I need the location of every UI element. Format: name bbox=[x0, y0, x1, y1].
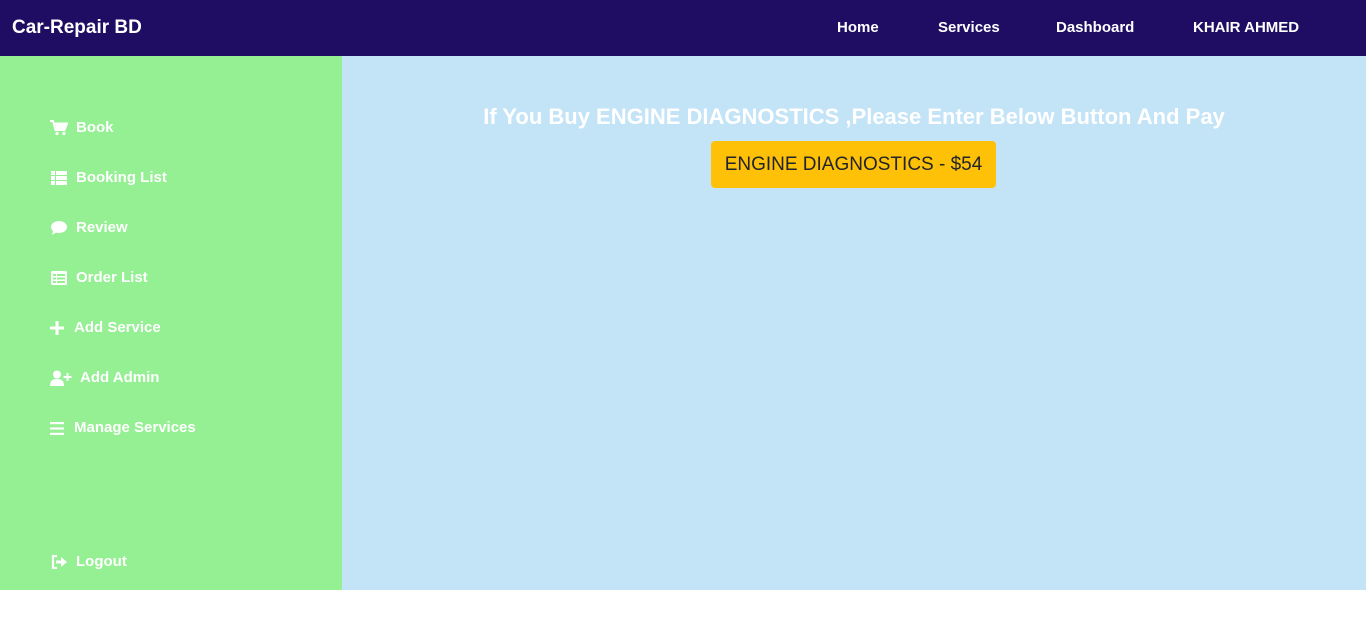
sidebar-item-label: Book bbox=[76, 119, 114, 136]
sidebar-item-label: Booking List bbox=[76, 169, 167, 186]
nav-services-link[interactable]: Services bbox=[938, 0, 1000, 56]
sidebar-item-label: Review bbox=[76, 219, 128, 236]
sidebar-item-label: Order List bbox=[76, 269, 148, 286]
sidebar: Book Booking List Review Order List Add … bbox=[0, 56, 342, 590]
logout-button[interactable]: Logout bbox=[50, 552, 127, 572]
nav-dashboard-link[interactable]: Dashboard bbox=[1056, 0, 1134, 56]
sidebar-item-add-admin[interactable]: Add Admin bbox=[50, 368, 159, 388]
sidebar-item-order-list[interactable]: Order List bbox=[50, 268, 148, 288]
top-navbar: Car-Repair BD Home Services Dashboard KH… bbox=[0, 0, 1366, 56]
menu-bars-icon bbox=[50, 419, 64, 437]
list-grid-icon bbox=[50, 169, 68, 187]
sidebar-item-manage-services[interactable]: Manage Services bbox=[50, 418, 196, 438]
sidebar-item-book[interactable]: Book bbox=[50, 118, 114, 138]
table-list-icon bbox=[50, 269, 68, 287]
sidebar-item-label: Add Service bbox=[74, 319, 161, 336]
brand-logo-link[interactable]: Car-Repair BD bbox=[12, 0, 142, 56]
sidebar-item-add-service[interactable]: Add Service bbox=[50, 318, 161, 338]
sign-out-icon bbox=[50, 553, 68, 571]
pay-service-button[interactable]: ENGINE DIAGNOSTICS - $54 bbox=[711, 141, 996, 188]
logout-label: Logout bbox=[76, 553, 127, 570]
plus-icon bbox=[50, 319, 64, 337]
sidebar-item-label: Add Admin bbox=[80, 369, 160, 386]
cart-icon bbox=[50, 119, 68, 137]
sidebar-item-booking-list[interactable]: Booking List bbox=[50, 168, 167, 188]
sidebar-item-review[interactable]: Review bbox=[50, 218, 128, 238]
sidebar-item-label: Manage Services bbox=[74, 419, 196, 436]
payment-headline: If You Buy ENGINE DIAGNOSTICS ,Please En… bbox=[483, 104, 1225, 129]
main-content: If You Buy ENGINE DIAGNOSTICS ,Please En… bbox=[342, 56, 1366, 590]
nav-user-name[interactable]: KHAIR AHMED bbox=[1193, 0, 1299, 56]
user-plus-icon bbox=[50, 369, 72, 387]
nav-home-link[interactable]: Home bbox=[837, 0, 879, 56]
comment-icon bbox=[50, 219, 68, 237]
